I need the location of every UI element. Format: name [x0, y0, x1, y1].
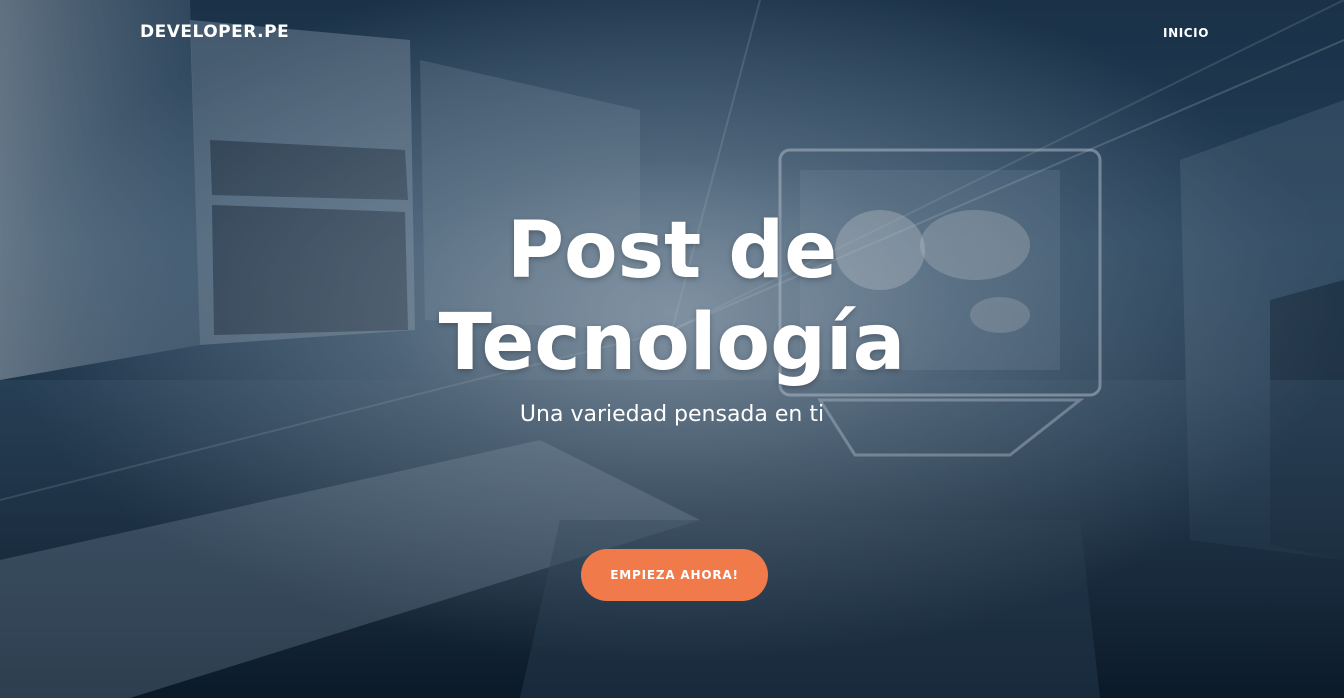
brand-logo-link[interactable]: DEVELOPER.PE — [140, 22, 289, 42]
hero-title-line-2: Tecnología — [438, 298, 906, 388]
hero-section: DEVELOPER.PE INICIO Post de Tecnología U… — [0, 0, 1344, 698]
hero-title: Post de Tecnología — [0, 205, 1344, 389]
hero-title-line-1: Post de — [506, 206, 838, 296]
hero-subtitle: Una variedad pensada en ti — [519, 402, 825, 427]
nav-link-inicio[interactable]: INICIO — [1163, 26, 1209, 40]
navbar: DEVELOPER.PE INICIO — [0, 0, 1344, 68]
start-now-button[interactable]: EMPIEZA AHORA! — [581, 549, 768, 601]
